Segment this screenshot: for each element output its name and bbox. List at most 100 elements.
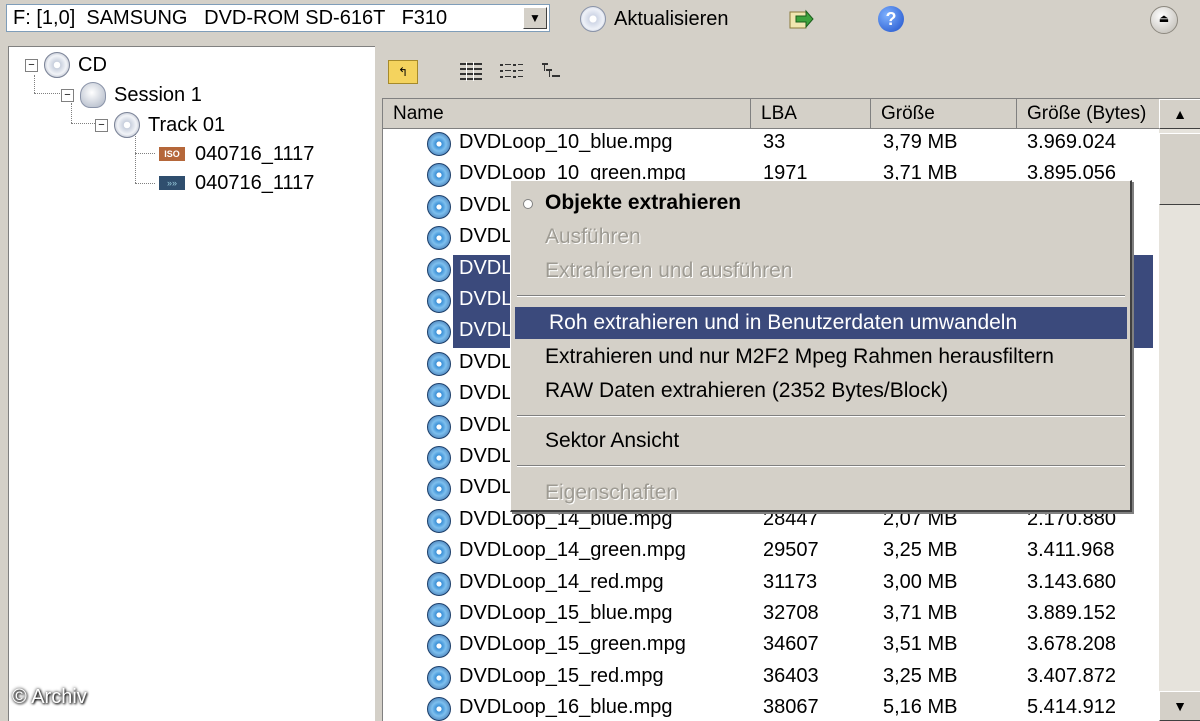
cell-lba: 29507 (763, 539, 819, 562)
drive-select[interactable]: F: [1,0] SAMSUNG DVD-ROM SD-616T F310 ▼ (6, 4, 550, 32)
cell-size: 3,51 MB (883, 633, 958, 656)
tree-line (135, 133, 136, 183)
table-row[interactable]: DVDLoop_10_blue.mpg 33 3,79 MB 3.969.024 (383, 129, 1153, 160)
column-header-lba[interactable]: LBA (751, 99, 871, 129)
menu-item-execute: Ausführen (511, 221, 1129, 253)
column-header-name[interactable]: Name (383, 99, 751, 129)
menu-item-label: Eigenschaften (545, 481, 679, 504)
collapse-icon[interactable]: ⏏ (1150, 6, 1178, 34)
cell-bytes: 3.969.024 (1027, 131, 1116, 153)
list-view-icon[interactable] (498, 60, 524, 82)
mpeg-file-icon (427, 634, 451, 659)
tree-item-label: 040716_1117 (195, 171, 315, 194)
tree-item-cd[interactable]: − CD (25, 51, 107, 79)
table-row[interactable]: DVDLoop_16_blue.mpg 38067 5,16 MB 5.414.912 (383, 694, 1153, 721)
refresh-button[interactable]: Aktualisieren (580, 5, 729, 33)
dropdown-arrow-icon[interactable]: ▼ (523, 7, 547, 29)
mpeg-file-icon (427, 697, 451, 721)
cell-name: DVDLoop_15_red.mpg (459, 664, 664, 687)
table-row[interactable]: DVDLoop_14_red.mpg 31173 3,00 MB 3.143.680 (383, 569, 1153, 600)
menu-item-label: Roh extrahieren und in Benutzerdaten umw… (549, 311, 1018, 334)
cell-bytes: 3.411.968 (1027, 539, 1115, 562)
mpeg-file-icon (427, 226, 451, 251)
mpeg-file-icon (427, 508, 451, 533)
cell-size: 3,00 MB (883, 570, 958, 593)
column-header-bytes[interactable]: Größe (Bytes) (1017, 99, 1161, 129)
collapse-expander-icon[interactable]: − (25, 58, 38, 72)
menu-item-label: Extrahieren und nur M2F2 Mpeg Rahmen her… (545, 345, 1054, 368)
menu-item-label: RAW Daten extrahieren (2352 Bytes/Block) (545, 379, 949, 402)
cell-name: DVDL (459, 413, 513, 436)
column-header-size[interactable]: Größe (871, 99, 1017, 129)
tree-item-file[interactable]: »» 040716_1117 (159, 169, 314, 197)
cell-name: DVDL (459, 193, 513, 216)
stream-file-icon: »» (159, 176, 185, 190)
collapse-expander-icon[interactable]: − (95, 118, 108, 132)
scroll-down-icon[interactable]: ▼ (1159, 691, 1200, 721)
scroll-up-icon[interactable]: ▲ (1159, 99, 1200, 129)
tree-view-icon[interactable] (540, 60, 566, 82)
watermark: © Archiv (12, 686, 87, 708)
menu-item-label: Ausführen (545, 225, 641, 248)
cell-name: DVDL (459, 382, 513, 405)
mpeg-file-icon (427, 351, 451, 376)
table-row[interactable]: DVDLoop_15_blue.mpg 32708 3,71 MB 3.889.152 (383, 600, 1153, 631)
cell-size: 3,79 MB (883, 131, 958, 153)
help-icon[interactable]: ? (878, 6, 904, 32)
mpeg-file-icon (427, 477, 451, 502)
menu-item-sector-view[interactable]: Sektor Ansicht (511, 425, 1129, 457)
mpeg-file-icon (427, 414, 451, 439)
tree-item-track[interactable]: − Track 01 (95, 111, 225, 139)
mpeg-file-icon (427, 257, 451, 282)
menu-separator (517, 295, 1125, 297)
mpeg-file-icon (427, 163, 451, 188)
mpeg-file-icon (427, 571, 451, 596)
mpeg-file-icon (427, 603, 451, 627)
table-row[interactable]: DVDLoop_14_green.mpg 29507 3,25 MB 3.411.96… (383, 537, 1153, 568)
cell-bytes: 3.407.872 (1027, 664, 1116, 687)
cell-name: DVDL (459, 225, 513, 248)
cell-name: DVDL (459, 476, 513, 499)
table-row[interactable]: DVDLoop_15_green.mpg 34607 3,51 MB 3.678.20… (383, 631, 1153, 662)
menu-item-label: Extrahieren und ausführen (545, 259, 793, 282)
cell-name: DVDLoop_15_green.mpg (459, 633, 686, 656)
tree-item-session[interactable]: − Session 1 (61, 81, 202, 109)
collapse-expander-icon[interactable]: − (61, 88, 74, 102)
cell-bytes: 3.889.152 (1027, 602, 1116, 624)
view-toolbar: ↰ (378, 40, 1200, 98)
cell-name: DVDLoop_14_green.mpg (459, 539, 686, 562)
track-icon (114, 112, 140, 138)
cell-lba: 38067 (763, 696, 819, 719)
cell-lba: 31173 (763, 570, 818, 593)
tree-item-label: CD (78, 53, 107, 76)
menu-item-properties: Eigenschaften (511, 477, 1129, 509)
folder-up-icon[interactable]: ↰ (388, 60, 418, 84)
tree-line (135, 183, 155, 184)
table-row[interactable]: DVDLoop_15_red.mpg 36403 3,25 MB 3.407.872 (383, 663, 1153, 694)
menu-item-label: Objekte extrahieren (545, 191, 742, 214)
cell-lba: 33 (763, 131, 786, 153)
menu-item-extract-m2f2[interactable]: Extrahieren und nur M2F2 Mpeg Rahmen her… (511, 341, 1129, 373)
extract-arrow-icon[interactable] (788, 6, 814, 32)
menu-item-raw-extract-convert[interactable]: Roh extrahieren und in Benutzerdaten umw… (515, 307, 1127, 339)
menu-item-extract-objects[interactable]: Objekte extrahieren (511, 187, 1129, 219)
menu-item-raw-data-extract[interactable]: RAW Daten extrahieren (2352 Bytes/Block) (511, 375, 1129, 407)
default-item-bullet-icon (523, 199, 533, 209)
details-view-icon[interactable] (458, 60, 484, 82)
cell-name: DVDL (459, 445, 513, 467)
cell-name: DVDL (459, 288, 513, 310)
mpeg-file-icon (427, 446, 451, 470)
cell-bytes: 3.678.208 (1027, 633, 1116, 656)
mpeg-file-icon (427, 320, 451, 345)
scroll-thumb[interactable] (1159, 133, 1200, 205)
vertical-scrollbar[interactable]: ▲ ▼ (1159, 99, 1200, 721)
cell-bytes: 5.414.912 (1027, 696, 1116, 719)
cell-lba: 36403 (763, 664, 819, 687)
cell-name: DVDLoop_14_red.mpg (459, 570, 664, 593)
tree-item-file[interactable]: ISO 040716_1117 (159, 140, 314, 168)
iso-file-icon: ISO (159, 147, 185, 161)
menu-separator (517, 465, 1125, 467)
mpeg-file-icon (427, 540, 451, 565)
cell-lba: 32708 (763, 602, 819, 624)
cell-name: DVDL (459, 256, 513, 279)
